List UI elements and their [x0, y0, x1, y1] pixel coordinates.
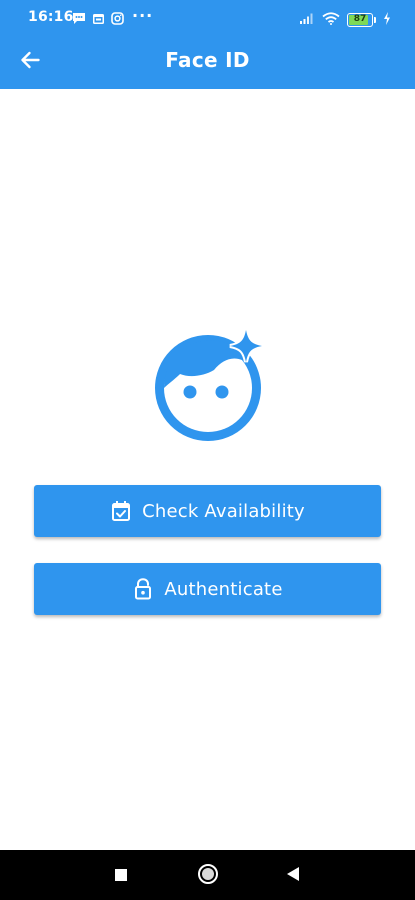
wifi-icon [322, 10, 340, 29]
triangle-left-icon [286, 866, 300, 886]
circle-icon [197, 863, 219, 889]
check-availability-button[interactable]: Check Availability [34, 485, 381, 537]
screen: 16:16 ··· 87 Face ID Check Availability … [0, 0, 415, 900]
status-time: 16:16 [28, 9, 74, 25]
battery-icon: 87 [347, 12, 373, 27]
message-icon [72, 10, 86, 29]
lock-open-icon [132, 578, 154, 600]
status-notification-icons [72, 10, 124, 29]
app-bar: Face ID [0, 36, 415, 89]
page-title: Face ID [165, 48, 250, 72]
check-availability-label: Check Availability [142, 500, 305, 522]
face-retouching-icon [152, 326, 268, 442]
calendar-icon [92, 10, 105, 29]
home-button[interactable] [194, 862, 222, 890]
status-system-icons: 87 [299, 10, 391, 29]
authenticate-button[interactable]: Authenticate [34, 563, 381, 615]
navigation-bar [0, 850, 415, 900]
instagram-icon [111, 10, 124, 29]
calendar-check-icon [110, 500, 132, 522]
square-icon [114, 867, 128, 886]
status-bar: 16:16 ··· 87 [0, 0, 415, 36]
recents-button[interactable] [108, 863, 134, 889]
battery-level: 87 [353, 14, 367, 24]
charging-icon [383, 10, 391, 29]
battery-tip [374, 16, 376, 23]
authenticate-label: Authenticate [164, 578, 283, 600]
back-nav-button[interactable] [280, 863, 306, 889]
more-notifications-icon: ··· [132, 6, 154, 25]
signal-icon [299, 10, 315, 29]
